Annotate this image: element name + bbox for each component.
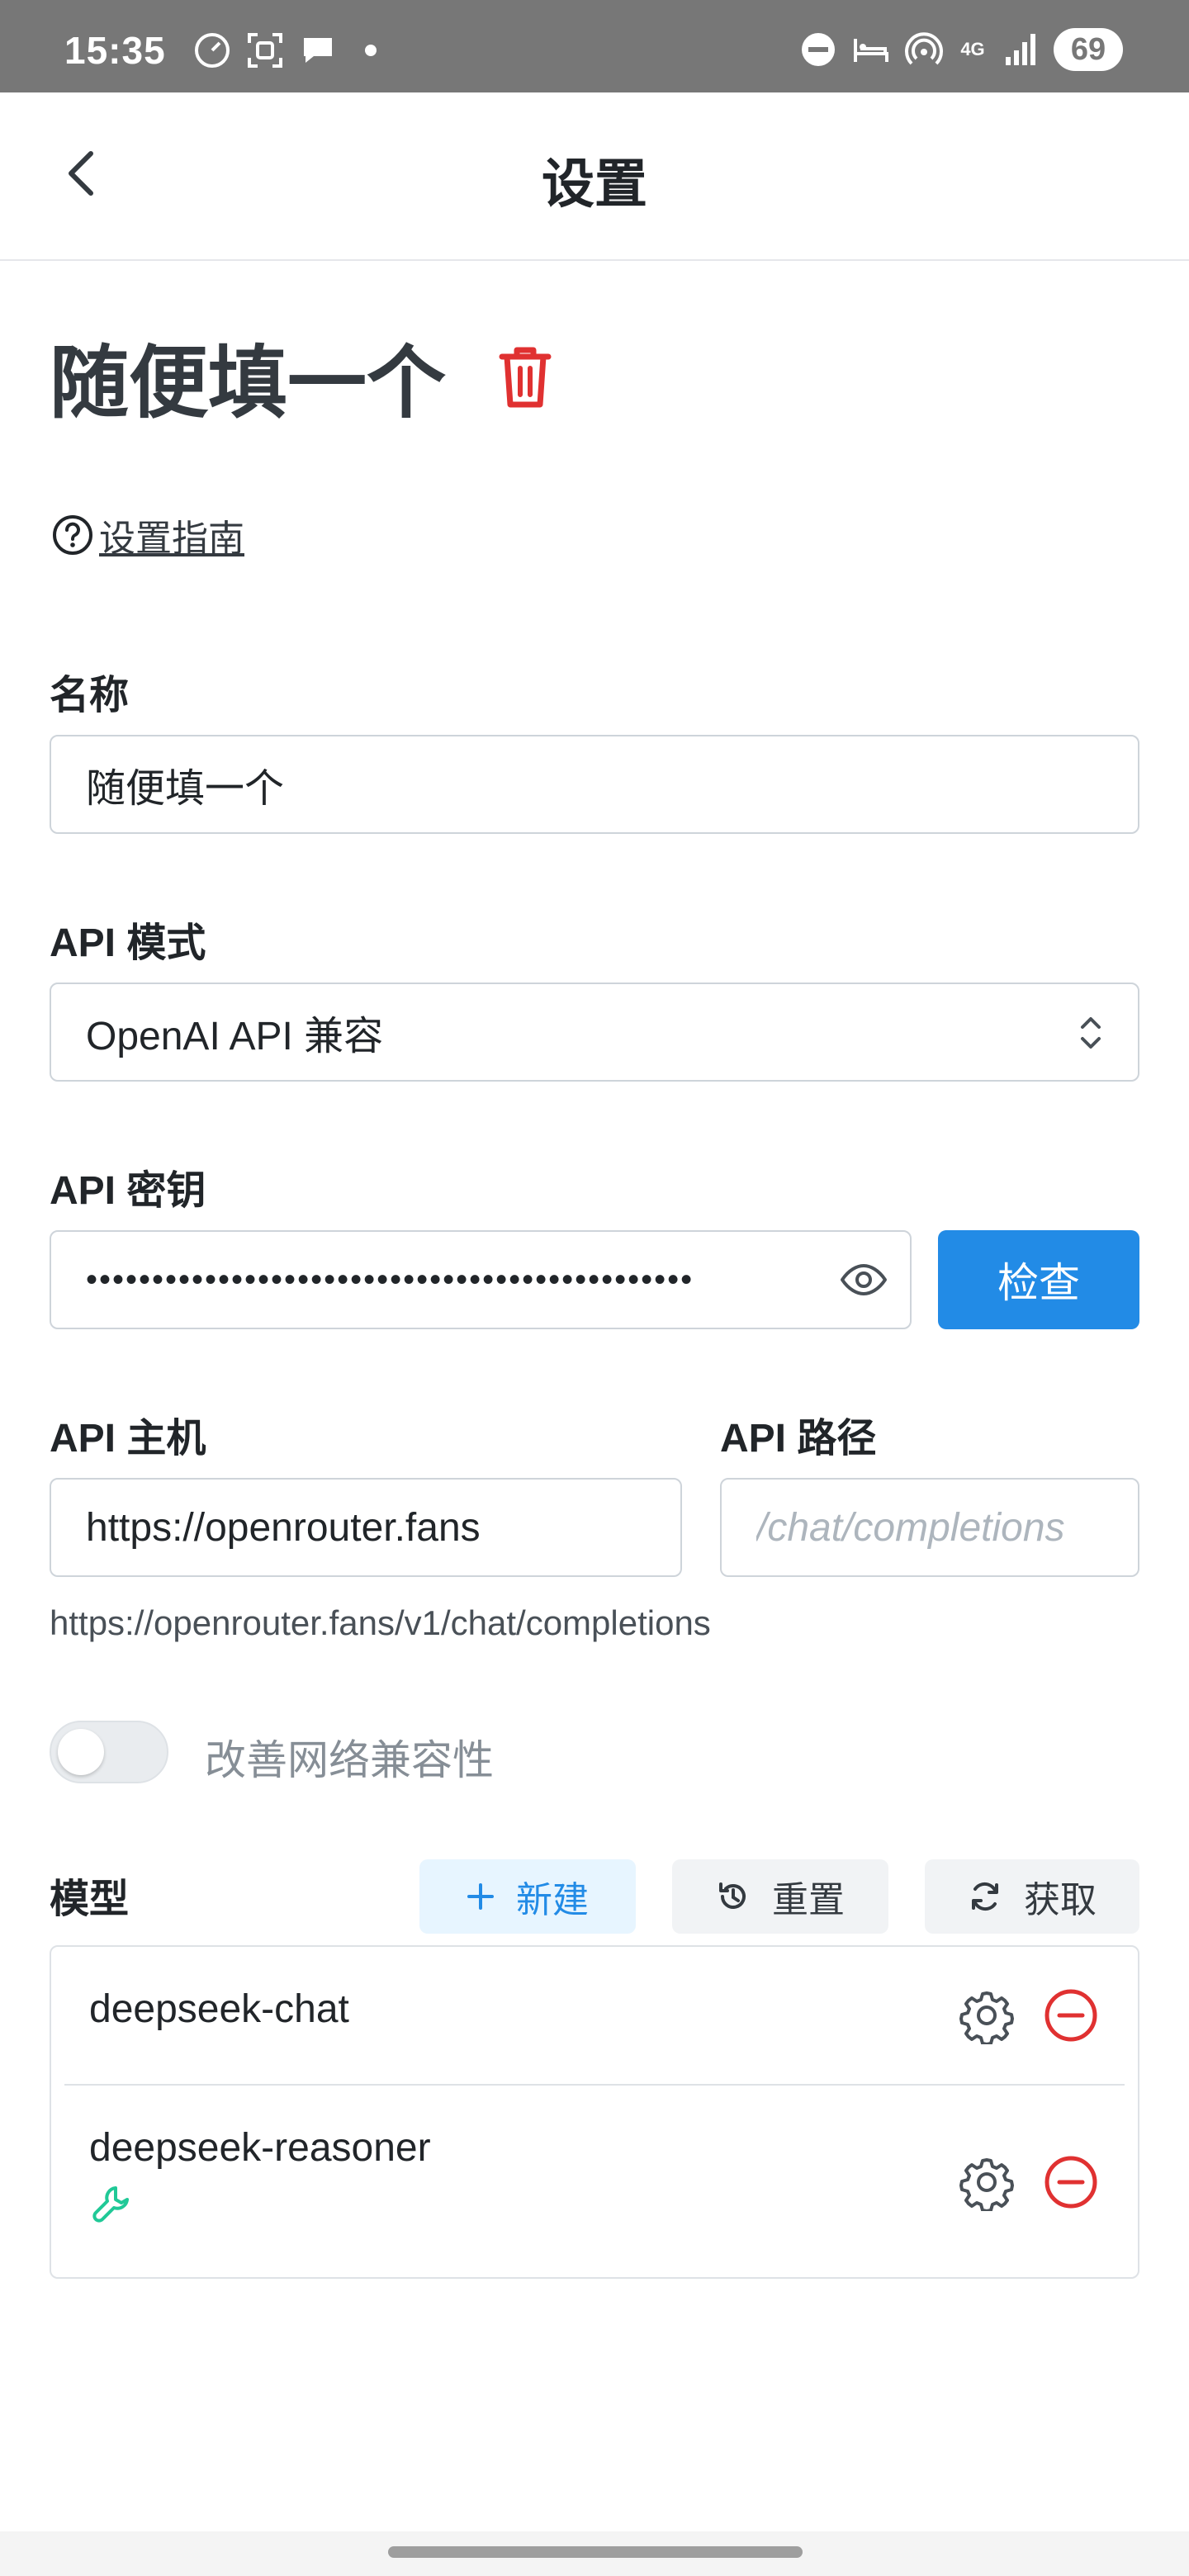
dot-icon bbox=[350, 31, 391, 69]
dnd-icon bbox=[798, 31, 839, 69]
new-model-button[interactable]: 新建 bbox=[419, 1859, 636, 1934]
help-circle-icon bbox=[53, 515, 92, 555]
app-header: 设置 bbox=[0, 92, 1189, 261]
api-host-label: API 主机 bbox=[50, 1417, 206, 1461]
api-mode-label: API 模式 bbox=[50, 921, 206, 965]
signal-icon bbox=[1001, 31, 1042, 69]
name-input[interactable]: 随便填一个 bbox=[50, 735, 1139, 834]
chevron-up-down-icon bbox=[1081, 1017, 1101, 1049]
api-path-label: API 路径 bbox=[720, 1417, 877, 1461]
status-bar: 15:35 4G 69 bbox=[0, 0, 1189, 92]
provider-title-row: 随便填一个 bbox=[50, 319, 558, 433]
remove-circle-icon[interactable] bbox=[1042, 2153, 1100, 2211]
bed-icon bbox=[850, 31, 892, 69]
list-item: deepseek-reasoner bbox=[51, 2086, 1138, 2279]
system-nav-bar bbox=[0, 2531, 1189, 2576]
api-mode-value: OpenAI API 兼容 bbox=[86, 1015, 384, 1058]
api-key-value: ••••••••••••••••••••••••••••••••••••••••… bbox=[86, 1261, 694, 1298]
api-host-input[interactable]: https://openrouter.fans bbox=[50, 1478, 682, 1577]
gesture-handle[interactable] bbox=[388, 2546, 803, 2558]
reset-models-label: 重置 bbox=[772, 1880, 845, 1920]
models-label: 模型 bbox=[50, 1878, 130, 1921]
hotspot-icon bbox=[903, 31, 945, 69]
check-key-button[interactable]: 检查 bbox=[938, 1230, 1139, 1329]
wrench-tool-icon bbox=[92, 2186, 129, 2223]
plus-icon bbox=[467, 1883, 494, 1910]
refresh-icon bbox=[972, 1882, 998, 1911]
history-reset-icon bbox=[719, 1882, 746, 1909]
setup-guide-label: 设置指南 bbox=[99, 519, 244, 559]
api-key-input[interactable]: ••••••••••••••••••••••••••••••••••••••••… bbox=[50, 1230, 912, 1329]
model-list: deepseek-chat deepseek-reasoner bbox=[50, 1945, 1139, 2279]
reset-models-button[interactable]: 重置 bbox=[672, 1859, 888, 1934]
api-path-input[interactable]: /chat/completions bbox=[720, 1478, 1139, 1577]
gear-icon[interactable] bbox=[958, 2153, 1016, 2211]
chat-bubble-icon bbox=[297, 31, 339, 69]
delete-provider-button[interactable] bbox=[492, 339, 558, 414]
page-title: 设置 bbox=[542, 154, 647, 214]
toggle-knob bbox=[58, 1729, 104, 1775]
new-model-label: 新建 bbox=[516, 1880, 589, 1920]
api-host-value: https://openrouter.fans bbox=[86, 1505, 481, 1550]
remove-circle-icon[interactable] bbox=[1042, 1986, 1100, 2044]
model-name: deepseek-reasoner bbox=[89, 2126, 431, 2170]
face-scan-icon bbox=[244, 31, 286, 69]
status-time: 15:35 bbox=[64, 29, 166, 72]
endpoint-hint: https://openrouter.fans/v1/chat/completi… bbox=[50, 1603, 711, 1642]
network-4g-icon: 4G bbox=[960, 39, 985, 59]
model-name: deepseek-chat bbox=[89, 1987, 349, 2031]
network-compat-label: 改善网络兼容性 bbox=[205, 1737, 494, 1783]
fetch-models-button[interactable]: 获取 bbox=[925, 1859, 1139, 1934]
gear-icon[interactable] bbox=[958, 1986, 1016, 2044]
provider-name-heading: 随便填一个 bbox=[50, 339, 446, 428]
api-path-placeholder: /chat/completions bbox=[756, 1505, 1065, 1550]
api-key-label: API 密钥 bbox=[50, 1169, 206, 1213]
eye-icon[interactable] bbox=[839, 1262, 888, 1298]
battery-indicator: 69 bbox=[1054, 28, 1123, 71]
network-compat-toggle[interactable] bbox=[50, 1721, 168, 1783]
speedometer-icon bbox=[192, 31, 233, 69]
name-input-value: 随便填一个 bbox=[86, 767, 285, 811]
name-label: 名称 bbox=[50, 674, 130, 717]
setup-guide-link[interactable]: 设置指南 bbox=[51, 509, 244, 561]
list-item: deepseek-chat bbox=[51, 1947, 1138, 2084]
api-mode-select[interactable]: OpenAI API 兼容 bbox=[50, 983, 1139, 1082]
trash-icon bbox=[499, 347, 552, 407]
fetch-models-label: 获取 bbox=[1024, 1880, 1097, 1920]
